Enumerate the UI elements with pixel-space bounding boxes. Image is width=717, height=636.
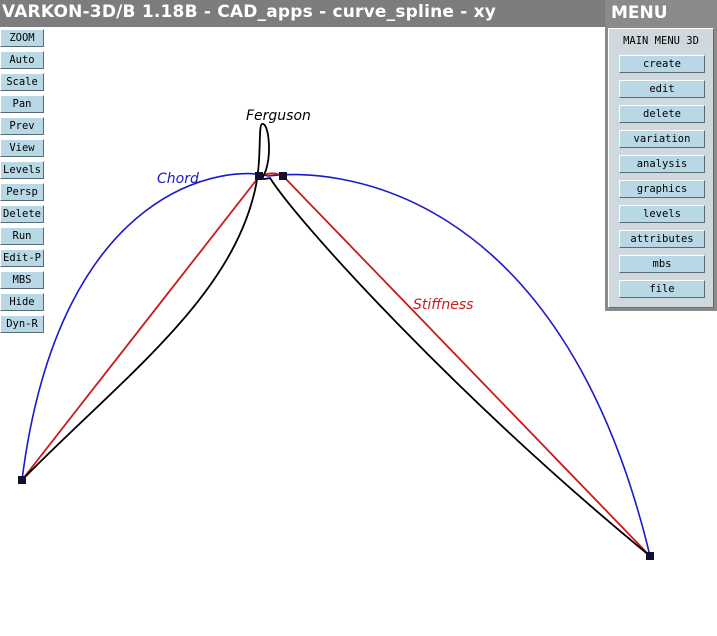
view-button[interactable]: View (0, 139, 44, 157)
window-title: VARKON-3D/B 1.18B - CAD_apps - curve_spl… (2, 2, 497, 22)
menu-item-edit[interactable]: edit (619, 80, 705, 98)
control-point[interactable] (18, 476, 26, 484)
menu-header: MAIN MENU 3D (623, 35, 699, 47)
dyn-r-button[interactable]: Dyn-R (0, 315, 44, 333)
chord-label: Chord (157, 171, 199, 187)
control-point[interactable] (646, 552, 654, 560)
mbs-button[interactable]: MBS (0, 271, 44, 289)
stiffness-curve (21, 172, 651, 557)
stiffness-label: Stiffness (413, 297, 473, 313)
menu-item-graphics[interactable]: graphics (619, 180, 705, 198)
menu-item-file[interactable]: file (619, 280, 705, 298)
menu-item-levels[interactable]: levels (619, 205, 705, 223)
menu-item-mbs[interactable]: mbs (619, 255, 705, 273)
ferguson-curve (21, 123, 651, 557)
scale-button[interactable]: Scale (0, 73, 44, 91)
control-point[interactable] (279, 172, 287, 180)
menu-item-create[interactable]: create (619, 55, 705, 73)
zoom-button[interactable]: ZOOM (0, 29, 44, 47)
run-button[interactable]: Run (0, 227, 44, 245)
persp-button[interactable]: Persp (0, 183, 44, 201)
prev-button[interactable]: Prev (0, 117, 44, 135)
main-menu-window: MENU MAIN MENU 3D create edit delete var… (605, 0, 717, 311)
pan-button[interactable]: Pan (0, 95, 44, 113)
levels-button[interactable]: Levels (0, 161, 44, 179)
ferguson-label: Ferguson (246, 108, 311, 124)
edit-p-button[interactable]: Edit-P (0, 249, 44, 267)
control-point[interactable] (255, 172, 263, 180)
menu-title: MENU (611, 3, 668, 23)
menu-item-attributes[interactable]: attributes (619, 230, 705, 248)
hide-button[interactable]: Hide (0, 293, 44, 311)
main-menu-panel: MAIN MENU 3D create edit delete variatio… (608, 28, 714, 308)
menu-item-delete[interactable]: delete (619, 105, 705, 123)
menu-item-variation[interactable]: variation (619, 130, 705, 148)
delete-button[interactable]: Delete (0, 205, 44, 223)
menu-item-analysis[interactable]: analysis (619, 155, 705, 173)
auto-button[interactable]: Auto (0, 51, 44, 69)
